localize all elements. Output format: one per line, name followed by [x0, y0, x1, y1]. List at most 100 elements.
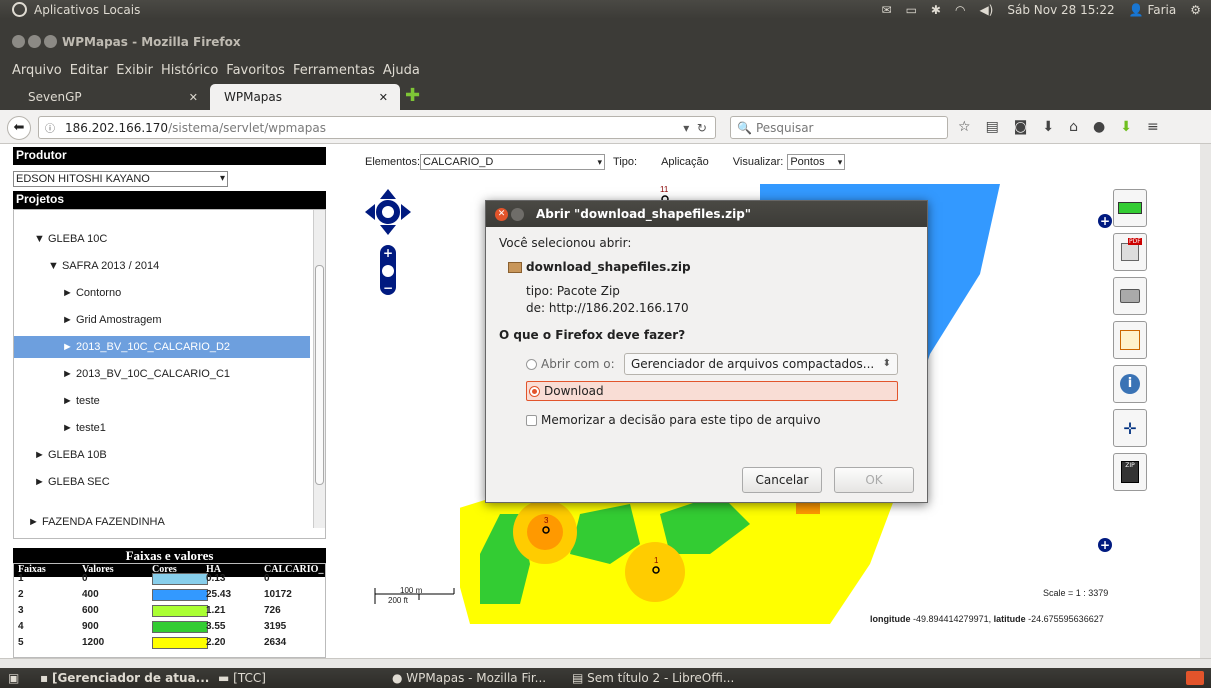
- home-icon[interactable]: ⌂: [1069, 119, 1078, 135]
- dialog-close-icon[interactable]: ✕: [495, 207, 508, 221]
- tree-item[interactable]: ► teste1: [62, 417, 106, 439]
- menu-favoritos[interactable]: Favoritos: [226, 63, 285, 78]
- dialog-minimize-icon[interactable]: [511, 207, 524, 221]
- elementos-select[interactable]: CALCARIO_D ▾: [420, 154, 606, 170]
- ok-button[interactable]: OK: [834, 467, 914, 493]
- tree-item-selected[interactable]: ► 2013_BV_10C_CALCARIO_D2: [14, 336, 310, 358]
- tab-wpmapas[interactable]: WPMapas ✕: [210, 84, 400, 110]
- info-cursor-icon[interactable]: i: [1113, 365, 1147, 403]
- menu-ajuda[interactable]: Ajuda: [383, 63, 420, 78]
- back-arrow-icon[interactable]: ⬅: [7, 116, 31, 140]
- hamburger-menu-icon[interactable]: ≡: [1147, 119, 1159, 135]
- ubuntu-logo-icon[interactable]: [12, 2, 27, 17]
- map-zone-orange: [625, 542, 685, 602]
- tree-item[interactable]: ▼ GLEBA 10C: [34, 228, 107, 250]
- taskbar-item-file-manager[interactable]: ▪ [Gerenciador de atua...: [40, 670, 209, 686]
- tree-item[interactable]: ► Contorno: [62, 282, 121, 304]
- menu-exibir[interactable]: Exibir: [116, 63, 153, 78]
- menu-arquivo[interactable]: Arquivo: [12, 63, 62, 78]
- taskbar-item-libreoffice[interactable]: ▤ Sem título 2 - LibreOffi...: [572, 670, 734, 686]
- tipo-value[interactable]: Aplicação: [661, 156, 709, 168]
- reload-icon[interactable]: ▾ ↻: [683, 121, 707, 135]
- page-horizontal-scrollbar[interactable]: [0, 658, 1211, 668]
- search-input[interactable]: 🔍 Pesquisar: [730, 116, 948, 139]
- close-tab-icon[interactable]: ✕: [379, 91, 388, 104]
- radio-button[interactable]: [526, 359, 537, 370]
- mail-icon[interactable]: ✉: [882, 3, 892, 17]
- tab-sevengp[interactable]: SevenGP ✕: [14, 84, 210, 110]
- chevron-down-icon: ▾: [597, 157, 603, 167]
- pocket-icon[interactable]: ◙: [1014, 119, 1028, 135]
- page-vertical-scrollbar[interactable]: [1200, 144, 1211, 658]
- pdf-printer-icon[interactable]: PDF: [1113, 233, 1147, 271]
- faixa-cell: 2: [18, 589, 24, 600]
- minimize-window-button[interactable]: [28, 35, 41, 48]
- tree-item[interactable]: ► teste: [62, 390, 100, 412]
- volume-icon[interactable]: ◀): [979, 3, 993, 17]
- bookmark-star-icon[interactable]: ☆: [958, 119, 971, 135]
- grid-view-tool[interactable]: [1113, 189, 1147, 227]
- file-name: download_shapefiles.zip: [508, 260, 691, 274]
- faixas-title: Faixas e valores: [13, 548, 326, 563]
- menu-ferramentas[interactable]: Ferramentas: [293, 63, 375, 78]
- zip-download-icon[interactable]: ZIP: [1113, 453, 1147, 491]
- checkbox[interactable]: [526, 415, 537, 426]
- center-target-icon[interactable]: ✛: [1113, 409, 1147, 447]
- point-label: 3: [544, 516, 549, 525]
- show-desktop-icon[interactable]: ▣: [8, 670, 19, 686]
- user-menu[interactable]: 👤 Faria: [1129, 3, 1177, 17]
- scale-bar: 100 m 200 ft: [374, 584, 456, 610]
- remember-checkbox[interactable]: Memorizar a decisão para este tipo de ar…: [526, 413, 821, 427]
- radio-button-selected[interactable]: [529, 386, 540, 397]
- downloads-icon[interactable]: ⬇: [1042, 119, 1054, 135]
- cancel-button[interactable]: Cancelar: [742, 467, 822, 493]
- taskbar-item-firefox[interactable]: ● WPMapas - Mozilla Fir...: [392, 670, 546, 686]
- chat-icon[interactable]: ●: [1093, 119, 1105, 135]
- visualizar-label: Visualizar:: [732, 156, 784, 168]
- wifi-icon[interactable]: ◠: [955, 3, 965, 17]
- bluetooth-icon[interactable]: ✱: [931, 3, 941, 17]
- dialog-title: Abrir "download_shapefiles.zip": [536, 207, 752, 221]
- tree-item[interactable]: ► 2013_BV_10C_CALCARIO_C1: [62, 363, 230, 385]
- bookmarks-list-icon[interactable]: ▤: [986, 119, 999, 135]
- menu-bar: Arquivo Editar Exibir Histórico Favorito…: [0, 58, 1211, 82]
- close-window-button[interactable]: [12, 35, 25, 48]
- tree-item[interactable]: ► FAZENDA FAZENDINHA: [28, 511, 165, 533]
- url-bar[interactable]: ⓘ 186.202.166.170/sistema/servlet/wpmapa…: [38, 116, 716, 139]
- ha-cell: 3.55: [206, 621, 226, 632]
- open-with-radio[interactable]: Abrir com o:: [526, 357, 615, 371]
- battery-icon[interactable]: ▭: [906, 3, 917, 17]
- tree-item[interactable]: ► Grid Amostragem: [62, 309, 162, 331]
- clock[interactable]: Sáb Nov 28 15:22: [1007, 3, 1114, 17]
- window-titlebar: WPMapas - Mozilla Firefox: [0, 19, 1211, 60]
- faixas-rows: 1 0 0.13 0 2 400 25.43 10172 3 600 1.21 726 4 900 3.55…: [14, 571, 325, 651]
- tree-item[interactable]: ► GLEBA 10B: [34, 444, 107, 466]
- pan-arrows-icon[interactable]: + −: [365, 189, 411, 299]
- download-radio[interactable]: Download: [526, 381, 898, 401]
- printer-icon[interactable]: [1113, 277, 1147, 315]
- tree-item[interactable]: ► GLEBA SEC: [34, 471, 110, 493]
- menu-editar[interactable]: Editar: [70, 63, 109, 78]
- pan-zoom-control: + −: [365, 189, 411, 302]
- produtor-select[interactable]: EDSON HITOSHI KAYANO ▾: [13, 171, 228, 187]
- trash-icon[interactable]: [1186, 671, 1204, 685]
- edit-layer-icon[interactable]: [1113, 321, 1147, 359]
- projects-scrollbar[interactable]: [313, 210, 325, 528]
- bottom-taskbar: ▣ ▪ [Gerenciador de atua... ▬ [TCC] ● WP…: [0, 668, 1211, 688]
- addon-download-icon[interactable]: ⬇: [1120, 119, 1132, 135]
- scrollbar-thumb[interactable]: [315, 265, 324, 485]
- open-with-app-select[interactable]: Gerenciador de arquivos compactados... ⬍: [624, 353, 898, 375]
- maximize-window-button[interactable]: [44, 35, 57, 48]
- calcario-cell: 10172: [264, 589, 292, 600]
- new-tab-plus-icon[interactable]: ✚: [405, 87, 421, 105]
- expand-overview-plus-icon[interactable]: +: [1098, 538, 1112, 552]
- settings-gear-icon[interactable]: ⚙: [1190, 3, 1201, 17]
- expand-layer-plus-icon[interactable]: +: [1098, 214, 1112, 228]
- tree-item-label: GLEBA SEC: [47, 476, 110, 488]
- tree-item[interactable]: ▼ SAFRA 2013 / 2014: [48, 255, 159, 277]
- visualizar-select[interactable]: Pontos ▾: [787, 154, 846, 170]
- menu-historico[interactable]: Histórico: [161, 63, 218, 78]
- taskbar-item-tcc[interactable]: ▬ [TCC]: [218, 670, 266, 686]
- site-info-icon[interactable]: ⓘ: [45, 120, 55, 135]
- close-tab-icon[interactable]: ✕: [189, 91, 198, 104]
